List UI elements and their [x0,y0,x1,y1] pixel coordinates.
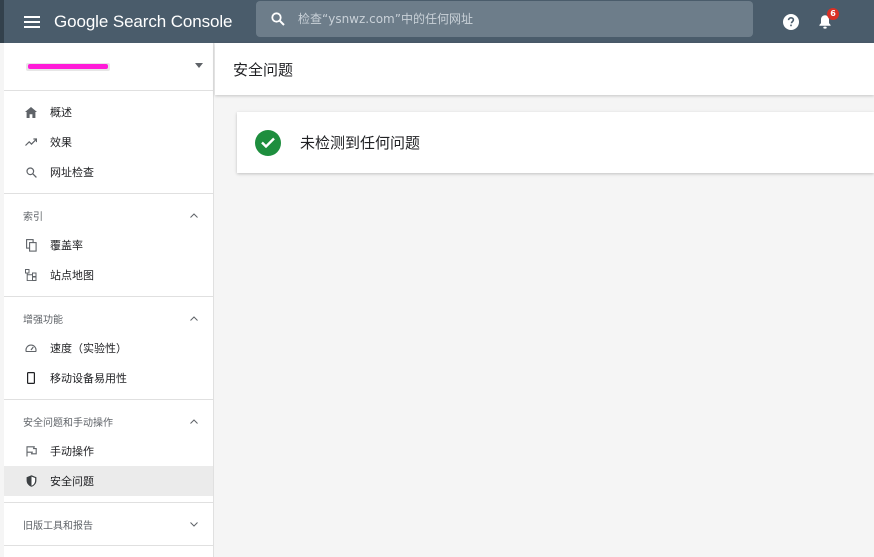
sidebar-item-security-issues[interactable]: 安全问题 [4,466,213,496]
search-icon [268,9,288,29]
menu-icon [24,15,40,28]
speed-icon [23,340,39,356]
property-selector[interactable] [4,43,213,91]
url-inspection-search[interactable] [256,1,753,37]
chevron-up-icon [189,210,199,220]
sidebar-item-sitemaps[interactable]: 站点地图 [4,260,213,290]
dropdown-caret-icon [195,63,203,68]
section-title: 安全问题和手动操作 [23,417,113,429]
sidebar-item-label: 速度（实验性） [50,342,127,355]
page-title: 安全问题 [233,60,294,79]
help-button[interactable] [774,5,808,39]
shield-icon [23,473,39,489]
sidebar-section-legacy: 旧版工具和报告 [4,503,213,546]
sidebar-section-index: 索引 覆盖率 站点地图 [4,194,213,297]
notifications-button[interactable]: 6 [808,5,842,39]
copy-icon [23,237,39,253]
help-icon [783,13,799,30]
sidebar-item-mobile-usability[interactable]: 移动设备易用性 [4,363,213,393]
sidebar-item-performance[interactable]: 效果 [4,127,213,157]
chevron-up-icon [189,416,199,426]
sidebar-item-label: 站点地图 [50,269,94,282]
sidebar-item-coverage[interactable]: 覆盖率 [4,230,213,260]
sitemap-icon [23,267,39,283]
check-circle-icon [255,129,281,156]
search-input[interactable] [298,1,753,37]
section-title: 索引 [23,211,43,223]
sidebar-item-label: 效果 [50,136,72,149]
chevron-down-icon [189,519,199,529]
sidebar-item-label: 移动设备易用性 [50,372,127,385]
flag-icon [23,443,39,459]
section-header-enhancements[interactable]: 增强功能 [4,303,213,333]
sidebar-top-group: 概述 效果 网址检查 [4,91,213,194]
status-card: 未检测到任何问题 [237,112,874,173]
section-title: 旧版工具和报告 [23,520,93,532]
section-header-index[interactable]: 索引 [4,200,213,230]
sidebar-item-overview[interactable]: 概述 [4,97,213,127]
sidebar-section-enhancements: 增强功能 速度（实验性） 移动设备易用性 [4,297,213,400]
top-app-bar: Google Search Console 6 [0,0,874,43]
app-brand[interactable]: Google Search Console [54,12,233,32]
sidebar-item-label: 安全问题 [50,475,94,488]
redaction-mark [28,64,108,69]
sidebar-item-label: 手动操作 [50,445,94,458]
section-title: 增强功能 [23,314,63,326]
chevron-up-icon [189,313,199,323]
sidebar-item-label: 网址检查 [50,166,94,179]
section-header-legacy-tools[interactable]: 旧版工具和报告 [4,509,213,539]
sidebar-item-label: 概述 [50,106,72,119]
menu-button[interactable] [14,4,50,40]
sidebar-item-url-inspection[interactable]: 网址检查 [4,157,213,187]
notification-count-badge: 6 [827,7,839,20]
page-header: 安全问题 [215,43,874,95]
sidebar-section-security: 安全问题和手动操作 手动操作 安全问题 [4,400,213,503]
sidebar: 概述 效果 网址检查 索引 覆盖率 站点地图 增强功能 速度（实验性） 移动设备… [4,43,214,557]
section-header-security[interactable]: 安全问题和手动操作 [4,406,213,436]
home-icon [23,104,39,120]
trending-up-icon [23,134,39,150]
sidebar-item-speed[interactable]: 速度（实验性） [4,333,213,363]
status-message: 未检测到任何问题 [300,134,421,152]
sidebar-item-manual-actions[interactable]: 手动操作 [4,436,213,466]
sidebar-item-label: 覆盖率 [50,239,83,252]
mobile-icon [23,370,39,386]
search-icon [23,164,39,180]
